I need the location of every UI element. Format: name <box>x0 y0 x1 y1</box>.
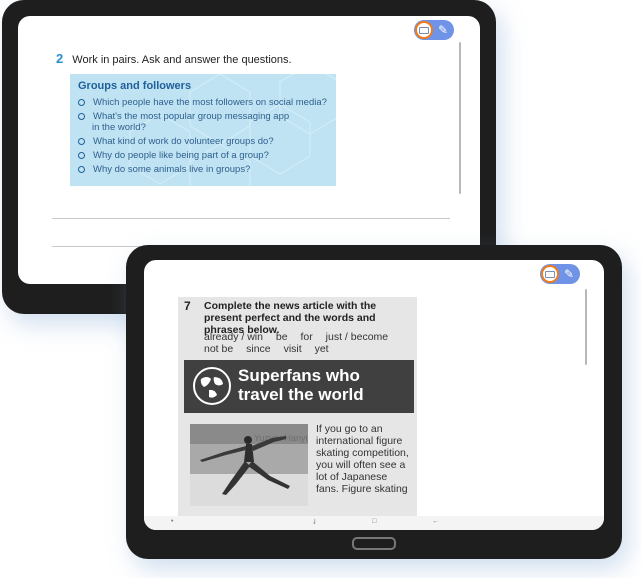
back-icon[interactable]: ← <box>432 518 439 525</box>
tablet-bottom-screen: ✎ 7 Complete the news article with the p… <box>144 260 604 530</box>
scrollbar[interactable] <box>459 42 461 194</box>
list-item-continuation: in the world? <box>92 122 146 133</box>
android-nav-bar: • ⇃ □ ← <box>144 516 604 530</box>
question-list: Which people have the most followers on … <box>78 97 327 178</box>
article-text: If you go to an international figure ska… <box>316 423 409 495</box>
bullet-icon <box>78 99 85 106</box>
keyboard-icon <box>541 265 559 283</box>
skater-photo: Yuzuru Hanyu <box>190 424 308 506</box>
bullet-icon <box>78 166 85 173</box>
list-item: Why do some animals live in groups? <box>78 164 327 175</box>
article-banner: Superfans who travel the world <box>184 360 414 413</box>
exercise-number: 7 <box>184 299 191 313</box>
list-item: What's the most popular group messaging … <box>78 111 327 122</box>
keyboard-pen-toggle[interactable]: ✎ <box>414 20 454 40</box>
recent-apps-icon[interactable]: ⇃ <box>312 518 318 526</box>
list-item: Why do people like being part of a group… <box>78 150 327 161</box>
textbook-page: 7 Complete the news article with the pre… <box>178 297 417 521</box>
home-icon[interactable]: □ <box>372 518 376 525</box>
keyboard-icon <box>415 21 433 39</box>
bullet-icon <box>78 113 85 120</box>
pencil-icon: ✎ <box>563 267 574 281</box>
bullet-icon <box>78 152 85 159</box>
tablet-top-screen: ✎ 2 Work in pairs. Ask and answer the qu… <box>18 16 480 284</box>
bullet-icon <box>78 138 85 145</box>
exercise-heading: 2 Work in pairs. Ask and answer the ques… <box>56 51 292 66</box>
questions-box: Groups and followers Which people have t… <box>70 74 336 186</box>
list-item: What kind of work do volunteer groups do… <box>78 136 327 147</box>
scrollbar[interactable] <box>585 289 587 365</box>
banner-title: Superfans who travel the world <box>238 366 364 404</box>
pencil-icon: ✎ <box>437 23 448 37</box>
answer-line[interactable] <box>52 218 450 219</box>
word-bank: already / win be for just / become not b… <box>204 331 389 355</box>
box-title: Groups and followers <box>78 80 192 92</box>
nav-dot-icon[interactable]: • <box>171 518 173 525</box>
hardware-home-button[interactable] <box>352 537 396 550</box>
keyboard-pen-toggle[interactable]: ✎ <box>540 264 580 284</box>
list-item: Which people have the most followers on … <box>78 97 327 108</box>
tablet-bottom: ✎ 7 Complete the news article with the p… <box>126 245 622 559</box>
globe-icon <box>193 367 231 405</box>
exercise-instruction: Work in pairs. Ask and answer the questi… <box>72 54 292 66</box>
exercise-number: 2 <box>56 51 64 66</box>
